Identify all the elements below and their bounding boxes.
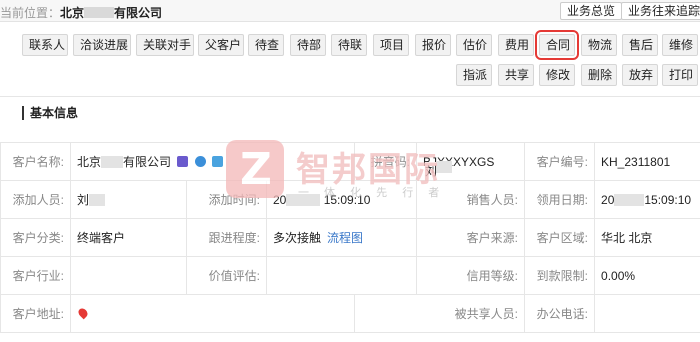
category-label: 客户分类: [0, 218, 71, 257]
business-tracking-button[interactable]: 业务往来追踪 [621, 2, 700, 20]
map-icon[interactable] [177, 156, 189, 167]
top-bar: 当前位置：北京 有限公司 业务总览 业务往来追踪 [0, 0, 700, 22]
pinyin-label: 拼音码: [354, 142, 418, 181]
payment-limit-label: 到款限制: [524, 256, 596, 295]
customer-name-value: 北京 有限公司 [69, 142, 356, 181]
table-row: 添加人员: 刘 添加时间: 20 15:09:10 销售人员: 领用日期: 20… [0, 180, 700, 219]
added-time-label: 添加时间: [186, 180, 267, 219]
estimate-button[interactable]: 估价 [456, 34, 492, 56]
table-row: 客户地址: 被共享人员: 办公电话: [0, 294, 700, 333]
shared-label: 被共享人员: [354, 294, 526, 333]
share-button[interactable]: 共享 [498, 64, 534, 86]
industry-value [70, 256, 187, 295]
claim-date-label: 领用日期: [524, 180, 596, 219]
region-value: 华北 北京 [594, 218, 700, 257]
competitor-button[interactable]: 关联对手 [136, 34, 194, 56]
quote-button[interactable]: 报价 [415, 34, 451, 56]
source-label: 客户来源: [416, 218, 526, 257]
delete-button[interactable]: 删除 [581, 64, 617, 86]
parent-customer-button[interactable]: 父客户 [198, 34, 244, 56]
credit-label: 信用等级: [416, 256, 526, 295]
repair-button[interactable]: 维修 [662, 34, 698, 56]
added-time-value: 20 15:09:10 [265, 180, 418, 219]
added-by-value: 刘 [70, 180, 187, 219]
project-button[interactable]: 项目 [373, 34, 409, 56]
breadcrumb-company: 北京 有限公司 [60, 6, 163, 20]
section-divider [0, 96, 700, 97]
business-overview-button[interactable]: 业务总览 [560, 2, 623, 20]
print-button[interactable]: 打印 [662, 64, 698, 86]
map-pin-icon[interactable] [76, 306, 90, 319]
address-label: 客户地址: [0, 294, 71, 333]
edit-button[interactable]: 修改 [539, 64, 575, 86]
added-by-label: 添加人员: [0, 180, 71, 219]
assign-button[interactable]: 指派 [456, 64, 492, 86]
todo-dept-button[interactable]: 待部 [290, 34, 326, 56]
contacts-button[interactable]: 联系人 [22, 34, 68, 56]
progress-value: 多次接触 流程图 [265, 218, 418, 257]
expense-button[interactable]: 费用 [498, 34, 534, 56]
address-value [69, 294, 356, 333]
claim-date-value: 20 15:09:10 [594, 180, 700, 219]
customer-info-table: 客户名称: 北京 有限公司 拼音码: BJXXXYXGS 客户编号: KH_231… [0, 142, 700, 333]
negotiation-button[interactable]: 洽谈进展 [73, 34, 131, 56]
logistics-button[interactable]: 物流 [581, 34, 617, 56]
sales-value-redacted [436, 161, 452, 173]
office-phone-label: 办公电话: [524, 294, 596, 333]
category-value: 终端客户 [70, 218, 187, 257]
sales-label: 销售人员: [416, 180, 526, 219]
value-value [265, 256, 418, 295]
value-label: 价值评估: [186, 256, 267, 295]
customer-name-label: 客户名称: [0, 142, 71, 181]
flowchart-link[interactable]: 流程图 [327, 231, 363, 245]
section-title: 基本信息 [22, 106, 78, 120]
abandon-button[interactable]: 放弃 [622, 64, 658, 86]
breadcrumb: 当前位置：北京 有限公司 [0, 4, 162, 21]
todo-check-button[interactable]: 待查 [248, 34, 284, 56]
after-sales-button[interactable]: 售后 [622, 34, 658, 56]
customer-no-label: 客户编号: [524, 142, 596, 181]
progress-label: 跟进程度: [186, 218, 267, 257]
globe-icon[interactable] [194, 156, 206, 167]
region-label: 客户区域: [524, 218, 596, 257]
todo-contact-button[interactable]: 待联 [331, 34, 367, 56]
payment-limit-value: 0.00% [594, 256, 700, 295]
customer-no-value: KH_2311801 [594, 142, 700, 181]
breadcrumb-prefix: 当前位置： [0, 6, 61, 20]
table-row: 客户行业: 价值评估: 信用等级: 到款限制: 0.00% [0, 256, 700, 295]
industry-label: 客户行业: [0, 256, 71, 295]
contract-button[interactable]: 合同 [535, 30, 579, 60]
office-phone-value [594, 294, 700, 333]
table-row: 客户分类: 终端客户 跟进程度: 多次接触 流程图 客户来源: 客户区域: 华北 … [0, 218, 700, 257]
table-row: 客户名称: 北京 有限公司 拼音码: BJXXXYXGS 客户编号: KH_231… [0, 142, 700, 181]
info-icon[interactable] [212, 156, 224, 167]
